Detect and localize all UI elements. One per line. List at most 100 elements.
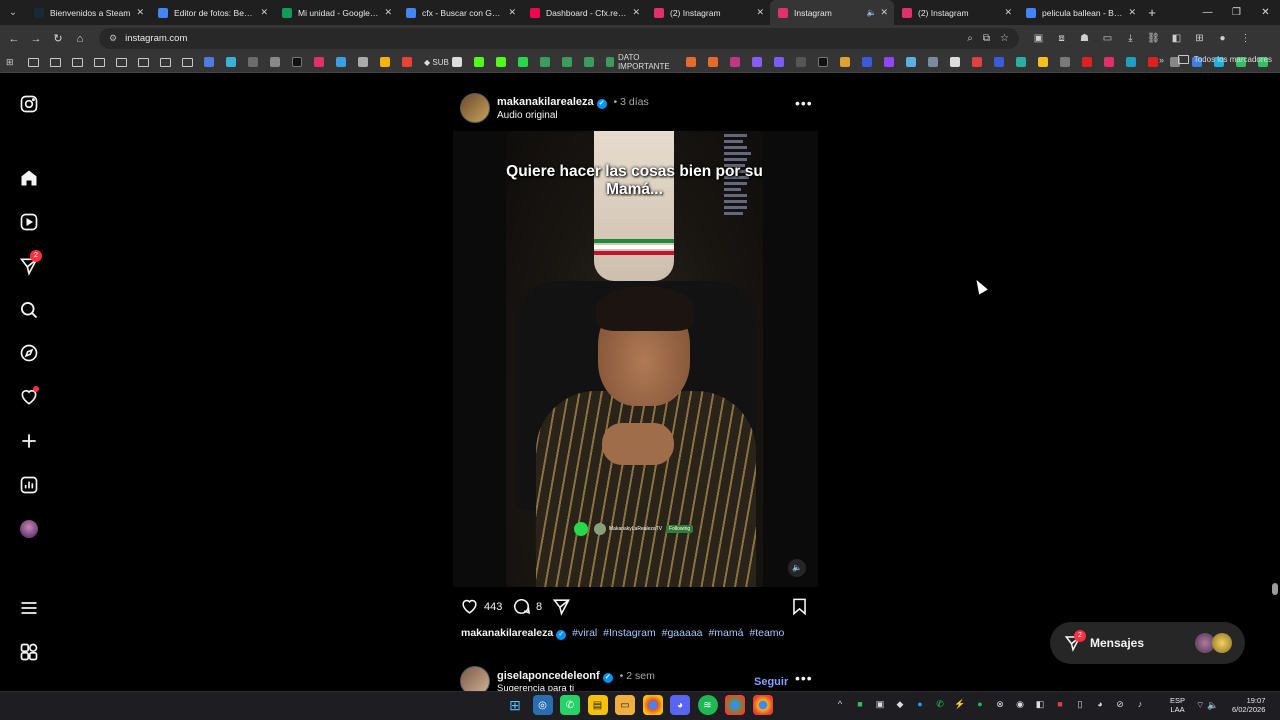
post-username[interactable]: makanakilarealeza — [497, 96, 594, 108]
dashboard-icon[interactable] — [18, 474, 40, 496]
search-icon[interactable] — [18, 299, 40, 321]
messages-button[interactable]: 2 Mensajes — [1050, 622, 1245, 664]
next-post-username[interactable]: giselaponcedeleonf — [497, 670, 600, 682]
next-post-options-icon[interactable]: ••• — [795, 670, 812, 686]
bookmark-favicon[interactable] — [928, 55, 942, 69]
chrome-profile-app-icon[interactable] — [725, 695, 745, 715]
tray-app-icon[interactable]: ▯ — [1070, 699, 1090, 710]
more-bookmarks-icon[interactable]: » — [1159, 55, 1164, 65]
bookmark-favicon[interactable] — [226, 55, 240, 69]
chrome-profile-app-icon[interactable] — [752, 695, 773, 715]
bookmark-favicon[interactable] — [292, 55, 306, 69]
payments-icon[interactable]: ▭ — [1096, 33, 1119, 44]
bookmark-favicon[interactable] — [1082, 55, 1096, 69]
extension-icon[interactable]: ▣ — [1027, 33, 1050, 44]
all-bookmarks-folder[interactable]: Todos los marcadores — [1177, 55, 1272, 64]
direct-messages-icon[interactable]: 2 — [18, 250, 42, 277]
hashtag-link[interactable]: #gaaaaa — [662, 627, 703, 639]
bookmark-favicon[interactable] — [950, 55, 964, 69]
restore-icon[interactable]: ❐ — [1222, 0, 1251, 25]
tray-app-icon[interactable]: ▣ — [870, 699, 890, 710]
browser-tab[interactable]: Bienvenidos a Steam ✕ — [26, 0, 150, 25]
post-time[interactable]: 3 días — [620, 96, 649, 108]
browser-tab[interactable]: Dashboard - Cfx.re Portal ✕ — [522, 0, 646, 25]
discord-app-icon[interactable]: ◕ — [670, 695, 690, 715]
bookmark-favicon[interactable] — [818, 55, 832, 69]
bookmark-favicon[interactable] — [730, 55, 744, 69]
zoom-icon[interactable]: ⌕ — [967, 33, 973, 44]
bookmark-favicon[interactable] — [204, 55, 218, 69]
tray-app-icon[interactable]: ◉ — [1010, 699, 1030, 710]
bookmark-dato-importante[interactable]: DATO IMPORTANTE — [606, 53, 678, 71]
bookmark-favicon[interactable] — [584, 55, 598, 69]
bookmark-favicon[interactable] — [358, 55, 372, 69]
like-heart-icon[interactable] — [460, 597, 479, 616]
bookmark-favicon[interactable] — [1104, 55, 1118, 69]
comment-icon[interactable] — [512, 597, 531, 616]
bookmark-favicon[interactable] — [562, 55, 576, 69]
bookmark-favicon[interactable] — [1060, 55, 1074, 69]
explore-compass-icon[interactable] — [18, 342, 40, 364]
browser-tab[interactable]: Mi unidad - Google Drive✕ — [274, 0, 398, 25]
tab-close-icon[interactable]: ✕ — [260, 7, 268, 18]
post-audio[interactable]: Audio original — [497, 110, 558, 121]
post-author-avatar[interactable] — [460, 93, 490, 123]
bookmark-favicon[interactable] — [884, 55, 898, 69]
bookmark-folder[interactable] — [50, 55, 64, 69]
microphone-icon[interactable]: ♪ — [1130, 699, 1150, 710]
save-bookmark-icon[interactable] — [790, 597, 809, 616]
bookmark-favicon[interactable] — [474, 55, 488, 69]
more-menu-icon[interactable] — [18, 597, 40, 619]
bookmark-favicon[interactable] — [314, 55, 328, 69]
spotify-app-icon[interactable]: ≋ — [697, 695, 718, 715]
chrome-app-icon[interactable] — [642, 695, 663, 715]
bookmark-favicon[interactable] — [994, 55, 1008, 69]
discord-tray-icon[interactable]: ◕ — [1090, 699, 1110, 710]
bookmark-favicon[interactable] — [752, 55, 766, 69]
tab-search-icon[interactable]: ⌄ — [0, 0, 26, 25]
hashtag-link[interactable]: #teamo — [749, 627, 784, 639]
post-options-icon[interactable]: ••• — [795, 95, 813, 111]
browser-tab[interactable]: (2) Instagram ✕ — [894, 0, 1018, 25]
file-explorer-app-icon[interactable]: ▭ — [615, 695, 635, 715]
message-contact-avatar[interactable] — [1212, 633, 1232, 653]
bookmark-favicon[interactable] — [708, 55, 722, 69]
hashtag-link[interactable]: #mamá — [708, 627, 743, 639]
create-plus-icon[interactable] — [18, 430, 40, 452]
comment-count[interactable]: 8 — [536, 601, 542, 613]
tab-close-icon[interactable]: ✕ — [880, 7, 888, 18]
tab-close-icon[interactable]: ✕ — [1004, 7, 1012, 18]
bookmark-folder[interactable] — [138, 55, 152, 69]
bookmark-favicon[interactable] — [796, 55, 810, 69]
bookmark-favicon[interactable] — [1016, 55, 1030, 69]
extension-icon[interactable]: ☗ — [1073, 33, 1096, 44]
address-bar[interactable]: ⚙ instagram.com ⌕ ⧉ ☆ — [99, 28, 1019, 49]
whatsapp-tray-icon[interactable]: ✆ — [930, 699, 950, 710]
close-window-icon[interactable]: ✕ — [1251, 0, 1280, 25]
minimize-icon[interactable]: — — [1193, 0, 1222, 25]
hashtag-link[interactable]: #viral — [572, 627, 597, 639]
side-panel-icon[interactable]: ◧ — [1165, 33, 1188, 44]
bookmark-favicon[interactable] — [270, 55, 284, 69]
notifications-heart-icon[interactable] — [18, 386, 40, 408]
reels-icon[interactable] — [18, 211, 40, 233]
install-app-icon[interactable]: ⧉ — [983, 33, 990, 44]
extensions-puzzle-icon[interactable]: ⧈ — [1050, 33, 1073, 44]
bookmark-favicon[interactable] — [248, 55, 262, 69]
post-media[interactable]: Quiere hacer las cosas bien por su Mamá.… — [453, 131, 818, 587]
bookmark-favicon[interactable] — [380, 55, 394, 69]
reel-video[interactable]: Quiere hacer las cosas bien por su Mamá.… — [506, 131, 763, 587]
language-indicator[interactable]: ESP LAA — [1170, 696, 1185, 714]
spotify-tray-icon[interactable]: ● — [970, 699, 990, 710]
xbox-tray-icon[interactable]: ⊗ — [990, 699, 1010, 710]
like-count[interactable]: 443 — [484, 601, 502, 613]
bookmark-star-icon[interactable]: ☆ — [1000, 33, 1009, 44]
sticky-notes-app-icon[interactable]: ▤ — [587, 695, 608, 715]
forward-icon[interactable]: → — [25, 33, 47, 45]
next-post-avatar[interactable] — [460, 666, 490, 691]
browser-tab[interactable]: Instagram 🔈 ✕ — [770, 0, 894, 25]
tray-app-icon[interactable]: ■ — [850, 699, 870, 710]
bookmark-favicon[interactable] — [496, 55, 510, 69]
bookmark-folder[interactable] — [72, 55, 86, 69]
link-icon[interactable]: ⛓ — [1142, 33, 1165, 44]
